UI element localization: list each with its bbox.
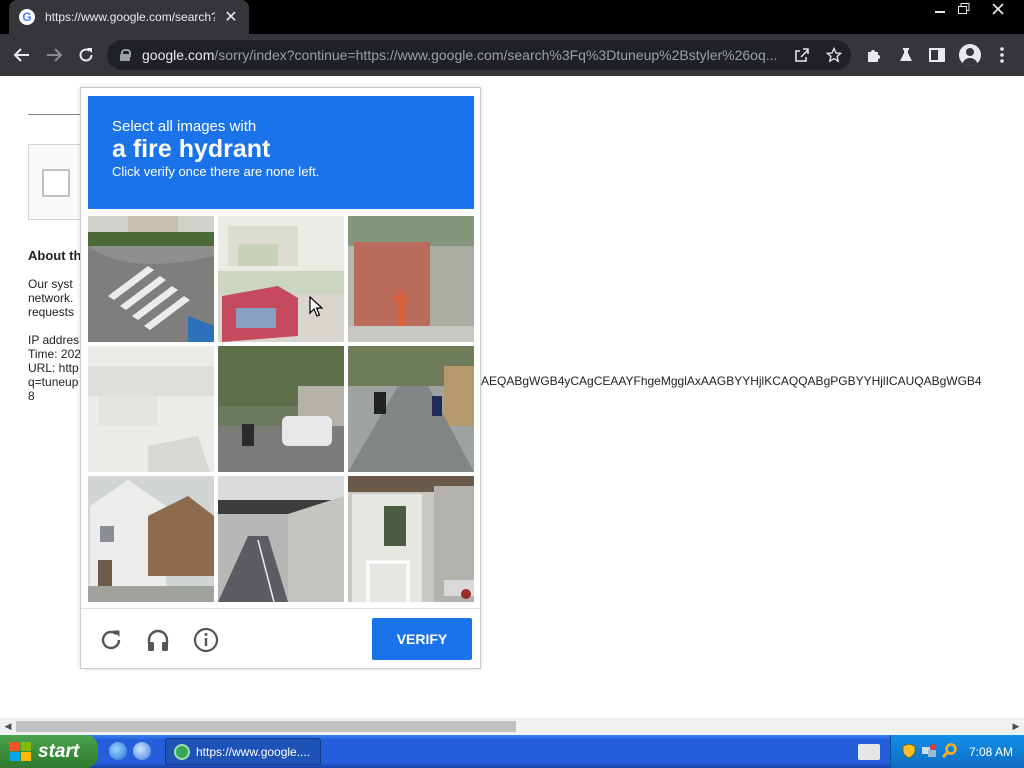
info-icon[interactable]: [190, 624, 222, 656]
taskbar-window-label: https://www.google....: [196, 744, 311, 759]
scroll-left-arrow-icon[interactable]: ◀: [0, 718, 16, 735]
image-tile[interactable]: [88, 476, 214, 602]
horizontal-scrollbar[interactable]: ◀ ▶: [0, 718, 1024, 735]
google-favicon-icon: G: [19, 9, 35, 25]
about-heading: About th: [28, 248, 82, 263]
scroll-right-arrow-icon[interactable]: ▶: [1008, 718, 1024, 735]
keyboard-icon[interactable]: [858, 744, 880, 760]
profile-avatar-icon[interactable]: [954, 34, 986, 76]
security-shield-icon[interactable]: [901, 743, 917, 759]
image-tile[interactable]: [348, 216, 474, 342]
porch-stairs-photo: [348, 476, 474, 602]
extensions-puzzle-icon[interactable]: [858, 34, 890, 76]
long-url-text: AEQABgWGB4yCAgCEAAYFhgeMgglAxAAGBYYHjlKC…: [481, 374, 982, 388]
lock-icon: [120, 49, 131, 61]
house-with-car-photo: [218, 216, 344, 342]
mouse-cursor-icon: [309, 296, 323, 317]
recaptcha-anchor-box: [28, 144, 88, 220]
houses-photo: [88, 476, 214, 602]
footer-divider: [81, 608, 480, 609]
address-bar-url: google.com/sorry/index?continue=https://…: [142, 47, 778, 63]
start-label: start: [38, 740, 80, 762]
internet-explorer-icon[interactable]: [109, 742, 127, 760]
restore-icon[interactable]: [953, 0, 975, 18]
menu-kebab-icon[interactable]: [986, 34, 1018, 76]
chrome-icon: [174, 743, 190, 760]
street-with-motorbikes-photo: [348, 346, 474, 472]
underpass-road-photo: [218, 476, 344, 602]
quick-launch-icon[interactable]: [133, 742, 151, 760]
image-tile[interactable]: [218, 216, 344, 342]
tab-close-icon[interactable]: ✕: [223, 7, 239, 27]
labs-flask-icon[interactable]: [890, 34, 922, 76]
url-label: URL: http: [28, 361, 79, 375]
image-tile[interactable]: [218, 346, 344, 472]
system-tray: 7:08 AM: [890, 735, 1024, 768]
address-bar[interactable]: google.com/sorry/index?continue=https://…: [107, 40, 851, 70]
taskbar-chrome-window[interactable]: https://www.google....: [165, 738, 321, 765]
image-tile[interactable]: [88, 346, 214, 472]
about-text-line: Our syst: [28, 277, 73, 291]
bookmark-star-icon[interactable]: [819, 40, 849, 70]
challenge-target: a fire hydrant: [112, 135, 271, 163]
side-panel-icon[interactable]: [921, 34, 953, 76]
verify-button[interactable]: VERIFY: [372, 618, 472, 660]
scrollbar-thumb[interactable]: [16, 721, 516, 732]
image-grid: [88, 216, 474, 602]
minimize-icon[interactable]: [929, 0, 951, 18]
clock: 7:08 AM: [969, 745, 1014, 759]
share-icon[interactable]: [787, 40, 817, 70]
query-label: q=tuneup: [28, 375, 79, 389]
divider: [28, 114, 88, 115]
start-button[interactable]: start: [0, 735, 98, 768]
browser-toolbar: google.com/sorry/index?continue=https://…: [0, 34, 1024, 76]
windows-flag-icon: [10, 741, 32, 762]
image-tile[interactable]: [348, 476, 474, 602]
window-close-icon[interactable]: [982, 0, 1014, 18]
ip-address-label: IP addres: [28, 333, 80, 347]
about-text-line: requests: [28, 305, 75, 319]
recaptcha-challenge-dialog: Select all images with a fire hydrant Cl…: [80, 87, 481, 669]
challenge-hint: Click verify once there are none left.: [112, 164, 320, 179]
about-text-line: network.: [28, 291, 74, 305]
reload-challenge-icon[interactable]: [95, 624, 127, 656]
challenge-header: Select all images with a fire hydrant Cl…: [88, 96, 474, 209]
url-continuation: 8: [28, 389, 35, 403]
crosswalk-photo: [88, 216, 214, 342]
network-icon[interactable]: [921, 743, 937, 759]
forward-arrow-icon[interactable]: [38, 34, 70, 76]
reload-icon[interactable]: [70, 34, 102, 76]
image-tile[interactable]: [218, 476, 344, 602]
search-magnifier-icon[interactable]: [941, 743, 957, 759]
challenge-instruction: Select all images with: [112, 118, 257, 135]
im-not-a-robot-checkbox[interactable]: [42, 169, 70, 197]
browser-tab[interactable]: G https://www.google.com/search?q ✕: [9, 0, 249, 34]
image-tile[interactable]: [348, 346, 474, 472]
audio-challenge-headphones-icon[interactable]: [142, 624, 174, 656]
tab-title: https://www.google.com/search?q: [45, 10, 215, 24]
time-label: Time: 202: [28, 347, 81, 361]
back-arrow-icon[interactable]: [6, 34, 38, 76]
image-tile[interactable]: [88, 216, 214, 342]
taskbar: start https://www.google.... 7:08 AM: [0, 735, 1024, 768]
red-door-with-hydrant-photo: [348, 216, 474, 342]
browser-titlebar: G https://www.google.com/search?q ✕: [0, 0, 1024, 34]
faded-street-photo: [88, 346, 214, 472]
street-with-car-photo: [218, 346, 344, 472]
